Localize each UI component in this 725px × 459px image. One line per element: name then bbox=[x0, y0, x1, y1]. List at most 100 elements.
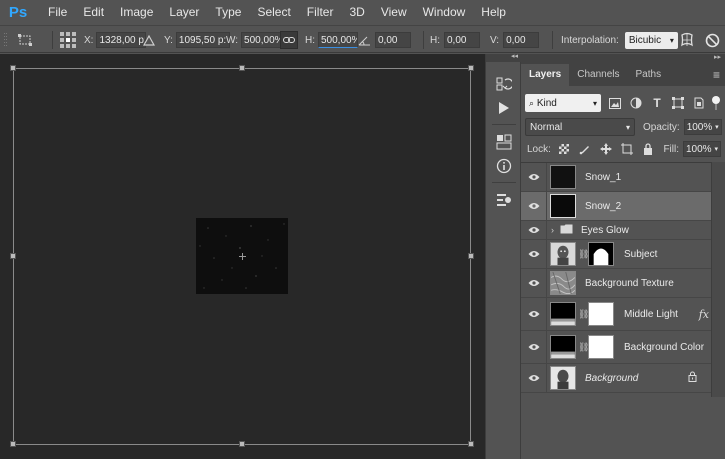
menu-image[interactable]: Image bbox=[112, 0, 161, 25]
panel-tabs: Layers Channels Paths ≡ bbox=[521, 64, 725, 86]
chain-link-icon[interactable]: ⛓ bbox=[578, 342, 589, 353]
visibility-eye-icon[interactable] bbox=[521, 221, 547, 239]
lock-transparent-pixels-icon[interactable] bbox=[557, 142, 571, 156]
menu-filter[interactable]: Filter bbox=[299, 0, 342, 25]
visibility-eye-icon[interactable] bbox=[521, 331, 547, 363]
chain-link-icon[interactable]: ⛓ bbox=[578, 249, 589, 260]
lock-artboard-icon[interactable] bbox=[620, 142, 634, 156]
transform-handle-top[interactable] bbox=[239, 65, 245, 71]
layer-row-snow-2[interactable]: Snow_2 bbox=[521, 192, 711, 221]
menu-edit[interactable]: Edit bbox=[75, 0, 112, 25]
rotate-input[interactable]: 0,00 bbox=[375, 32, 411, 48]
type-layer-filter-icon[interactable]: T bbox=[650, 96, 664, 110]
visibility-eye-icon[interactable] bbox=[521, 364, 547, 392]
transform-handle-bottom-left[interactable] bbox=[10, 441, 16, 447]
history-icon[interactable] bbox=[494, 74, 514, 94]
kind-value: Kind bbox=[536, 97, 557, 109]
height-field: H: 500,00% bbox=[305, 26, 358, 54]
layer-name: Middle Light bbox=[624, 308, 678, 320]
relative-position-icon[interactable] bbox=[143, 26, 155, 54]
fill-layer-thumbnail bbox=[550, 335, 576, 359]
transform-handle-right[interactable] bbox=[468, 253, 474, 259]
layer-row-middle-light[interactable]: ⛓ Middle Light fx bbox=[521, 298, 711, 331]
fill-input[interactable]: 100% ▾ bbox=[683, 141, 721, 157]
menu-layer[interactable]: Layer bbox=[161, 0, 207, 25]
adjustment-layer-filter-icon[interactable] bbox=[629, 96, 643, 110]
transform-handle-bottom[interactable] bbox=[239, 441, 245, 447]
shape-layer-filter-icon[interactable] bbox=[671, 96, 685, 110]
menu-type[interactable]: Type bbox=[207, 0, 249, 25]
transform-handle-top-left[interactable] bbox=[10, 65, 16, 71]
lock-all-icon[interactable] bbox=[641, 142, 655, 156]
chevron-down-icon: ▾ bbox=[592, 98, 597, 108]
adjustments-icon[interactable] bbox=[494, 132, 514, 152]
layer-filter-row: ⌕ Kind ▾ T bbox=[521, 93, 725, 113]
width-field: W: 500,00% bbox=[226, 26, 286, 54]
x-input[interactable]: 1328,00 p: bbox=[96, 32, 147, 48]
y-input[interactable]: 1095,50 p: bbox=[175, 32, 230, 48]
warp-mode-icon[interactable] bbox=[679, 26, 695, 54]
reference-point-icon[interactable] bbox=[60, 26, 76, 54]
layer-effects-fx-icon[interactable]: fx bbox=[699, 308, 709, 321]
background-thumbnail bbox=[550, 366, 576, 390]
document-canvas[interactable] bbox=[0, 54, 485, 459]
transform-handle-left[interactable] bbox=[10, 253, 16, 259]
collapse-panel-icon[interactable]: ▸▸ bbox=[714, 53, 721, 61]
menu-select[interactable]: Select bbox=[249, 0, 298, 25]
layer-list-scrollbar[interactable] bbox=[711, 162, 725, 397]
chevron-down-icon: ▾ bbox=[625, 122, 630, 132]
visibility-eye-icon[interactable] bbox=[521, 192, 547, 220]
layer-name: Background bbox=[585, 372, 639, 384]
play-actions-icon[interactable] bbox=[494, 98, 514, 118]
info-icon[interactable] bbox=[494, 156, 514, 176]
visibility-eye-icon[interactable] bbox=[521, 298, 547, 330]
menu-view[interactable]: View bbox=[373, 0, 415, 25]
visibility-eye-icon[interactable] bbox=[521, 240, 547, 268]
menu-help[interactable]: Help bbox=[473, 0, 514, 25]
reference-point-crosshair-icon[interactable] bbox=[239, 253, 246, 260]
properties-icon[interactable] bbox=[494, 190, 514, 210]
panel-menu-icon[interactable]: ≡ bbox=[713, 64, 720, 86]
visibility-eye-icon[interactable] bbox=[521, 269, 547, 297]
opacity-input[interactable]: 100% ▾ bbox=[683, 119, 722, 135]
transform-handle-top-right[interactable] bbox=[468, 65, 474, 71]
opacity-value: 100% bbox=[686, 121, 713, 133]
layer-row-snow-1[interactable]: Snow_1 bbox=[521, 163, 711, 192]
expand-group-chevron-icon[interactable]: › bbox=[551, 225, 554, 235]
chevron-down-icon: ▾ bbox=[715, 124, 719, 131]
blend-mode-select[interactable]: Normal ▾ bbox=[525, 118, 635, 136]
menu-3d[interactable]: 3D bbox=[341, 0, 372, 25]
link-aspect-icon[interactable] bbox=[280, 26, 298, 54]
lock-image-pixels-icon[interactable] bbox=[578, 142, 592, 156]
transform-tool-icon[interactable] bbox=[17, 26, 33, 54]
menu-window[interactable]: Window bbox=[415, 0, 474, 25]
h-input[interactable]: 500,00% bbox=[318, 32, 358, 48]
pixel-layer-filter-icon[interactable] bbox=[608, 96, 622, 110]
visibility-eye-icon[interactable] bbox=[521, 163, 547, 191]
vertical-skew-field: V: 0,00 bbox=[490, 26, 540, 54]
h-skew-input[interactable]: 0,00 bbox=[444, 32, 480, 48]
collapse-strip-icon[interactable]: ◂◂ bbox=[511, 52, 518, 60]
filter-toggle-icon[interactable] bbox=[712, 96, 720, 110]
gradient-fill-thumbnail bbox=[550, 302, 576, 326]
tab-layers[interactable]: Layers bbox=[521, 64, 570, 86]
options-grip bbox=[4, 26, 14, 54]
subject-thumbnail bbox=[550, 242, 576, 266]
layer-row-background-color[interactable]: ⛓ Background Color bbox=[521, 331, 711, 364]
v-skew-input[interactable]: 0,00 bbox=[503, 32, 540, 48]
lock-position-icon[interactable] bbox=[599, 142, 613, 156]
kind-filter-select[interactable]: ⌕ Kind ▾ bbox=[525, 94, 601, 112]
layer-group-eyes-glow[interactable]: › Eyes Glow bbox=[521, 221, 711, 240]
tab-paths[interactable]: Paths bbox=[628, 64, 670, 86]
cancel-transform-icon[interactable] bbox=[705, 26, 720, 54]
tab-channels[interactable]: Channels bbox=[569, 64, 627, 86]
layer-row-background[interactable]: Background bbox=[521, 364, 711, 393]
menu-file[interactable]: File bbox=[40, 0, 75, 25]
smart-object-filter-icon[interactable] bbox=[692, 96, 706, 110]
interpolation-select[interactable]: Bicubic ▾ bbox=[624, 31, 678, 49]
w-input[interactable]: 500,00% bbox=[241, 32, 286, 48]
transform-handle-bottom-right[interactable] bbox=[468, 441, 474, 447]
layer-row-subject[interactable]: ⛓ Subject bbox=[521, 240, 711, 269]
layer-row-background-texture[interactable]: Background Texture bbox=[521, 269, 711, 298]
chain-link-icon[interactable]: ⛓ bbox=[578, 309, 589, 320]
